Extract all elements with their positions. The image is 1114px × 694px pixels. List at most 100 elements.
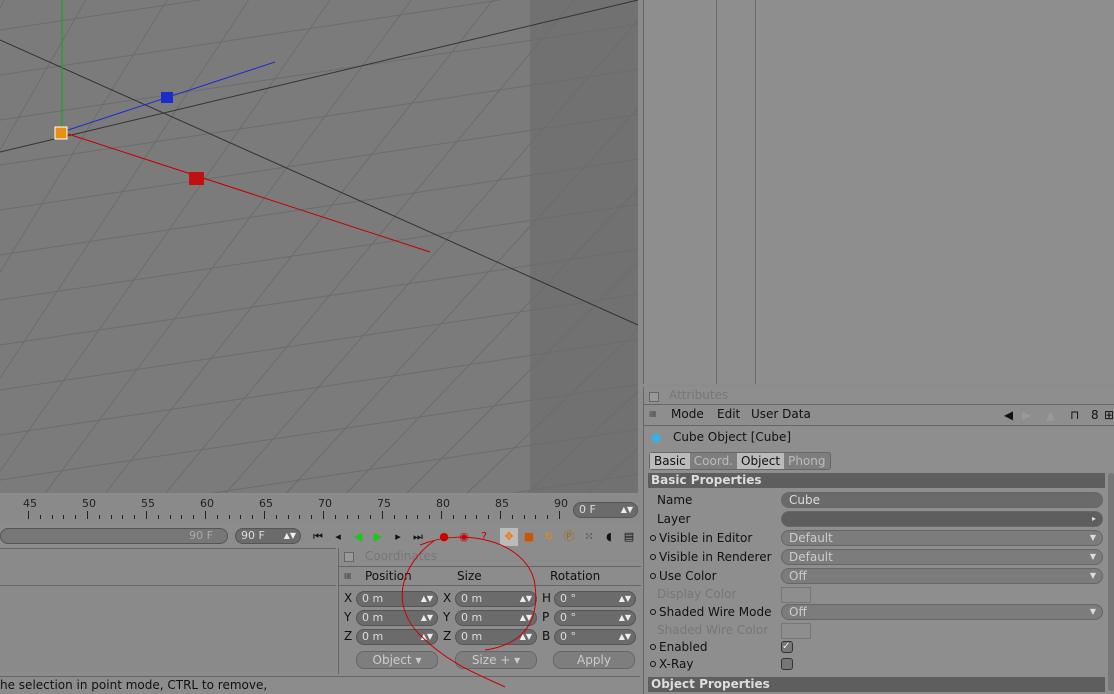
timeline-tick [216, 515, 218, 519]
apply-button[interactable]: Apply [553, 651, 635, 669]
layer-label: Layer [657, 512, 691, 526]
red-annotation-circle [401, 536, 537, 688]
rotation-field[interactable]: 0 ° ▲▼ [554, 610, 636, 626]
visible-editor-select[interactable]: Default ▼ [781, 530, 1103, 546]
section-object-properties: Object Properties [648, 677, 1105, 692]
object-title: Cube Object [Cube] [673, 430, 792, 444]
timeline-tick [264, 511, 265, 519]
timeline-tick [370, 515, 372, 519]
link-icon[interactable]: 8 [1091, 406, 1099, 424]
rotation-field[interactable]: 0 ° ▲▼ [554, 591, 636, 607]
up-arrow-icon[interactable]: ▲ [1046, 406, 1055, 424]
name-field[interactable]: Cube [781, 492, 1103, 508]
menu-user-data[interactable]: User Data [751, 407, 811, 421]
menu-edit[interactable]: Edit [717, 407, 740, 421]
timeline-tick [299, 515, 301, 519]
timeline-tick [452, 515, 454, 519]
timeline-tick-label: 85 [495, 497, 509, 510]
shaded-wire-mode-select[interactable]: Off ▼ [781, 604, 1103, 620]
sound-icon[interactable]: ◖ [600, 528, 618, 546]
lock-icon[interactable]: ⊓ [1070, 406, 1079, 424]
layer-field[interactable]: ▸ [781, 511, 1103, 527]
grid-line [0, 0, 87, 151]
3d-viewport[interactable] [0, 0, 638, 493]
timeline-tick [559, 511, 560, 519]
name-label: Name [657, 493, 693, 507]
scrollbar[interactable] [1108, 473, 1114, 691]
timeline-tick [417, 515, 419, 519]
timeline-tick [464, 515, 466, 519]
display-color-label: Display Color [657, 587, 737, 601]
prev-key-icon[interactable]: ◂ [329, 528, 347, 546]
back-arrow-icon[interactable]: ◀ [1004, 406, 1013, 424]
display-color-swatch[interactable] [781, 587, 811, 603]
shaded-wire-color-swatch[interactable] [781, 623, 811, 639]
visible-renderer-label: Visible in Renderer [659, 550, 772, 564]
xray-checkbox[interactable] [781, 658, 793, 670]
grid-line [0, 0, 5, 9]
position-axis-label: Z [344, 629, 353, 643]
tab-phong[interactable]: Phong [784, 453, 829, 469]
param-key-icon[interactable]: Ⓟ [560, 528, 578, 546]
use-color-select[interactable]: Off ▼ [781, 568, 1103, 584]
timeline-tick [75, 515, 77, 519]
current-frame-field[interactable]: 0 F ▲▼ [573, 502, 638, 518]
tab-coord[interactable]: Coord. [690, 453, 737, 469]
timeline-tick [287, 515, 289, 519]
timeline-tick-label: 45 [23, 497, 37, 510]
use-color-label: Use Color [659, 569, 717, 583]
object-manager[interactable] [643, 0, 1114, 384]
grip-icon: ▦ [649, 409, 657, 418]
timeline-tick [500, 511, 501, 519]
timeline-tick [488, 515, 490, 519]
visible-renderer-select[interactable]: Default ▼ [781, 549, 1103, 565]
shaded-wire-color-label: Shaded Wire Color [657, 623, 769, 637]
tab-object[interactable]: Object [737, 453, 785, 469]
timeline-tick [28, 511, 29, 519]
grid-line [0, 0, 331, 472]
timeline-tick [405, 515, 407, 519]
timeline-tick [252, 515, 254, 519]
layout-icon[interactable]: ▤ [620, 528, 638, 546]
timeline-tick [157, 515, 159, 519]
timeline-tick [547, 515, 549, 519]
timeline-tick-label: 50 [82, 497, 96, 510]
tab-basic[interactable]: Basic [650, 453, 690, 469]
timeline-tick [39, 515, 41, 519]
panel-toggle[interactable] [344, 552, 354, 562]
end-frame-field[interactable]: 90 F ▲▼ [235, 528, 301, 544]
xray-label: X-Ray [659, 657, 694, 671]
grid-line [0, 0, 168, 273]
attributes-manager[interactable]: Attributes ▦ Mode Edit User Data ◀ ▶ ▲ ⊓… [643, 387, 1114, 694]
timeline-ruler[interactable]: 45 50 55 60 65 70 75 80 85 90 0 F ▲▼ [0, 495, 640, 523]
timeline-tick-label: 90 [554, 497, 568, 510]
play-backward-icon[interactable]: ◀ [349, 528, 367, 546]
point-key-icon[interactable]: ⁙ [580, 528, 598, 546]
timeline-tick [334, 515, 336, 519]
enabled-checkbox[interactable]: ✓ [781, 641, 793, 653]
timeline-tick [523, 515, 525, 519]
x-axis-handle[interactable] [189, 172, 204, 185]
timeline-tick [98, 515, 100, 519]
object-origin[interactable] [54, 126, 68, 140]
first-frame-icon[interactable]: ⏮ [309, 528, 327, 546]
panel-toggle[interactable] [649, 392, 659, 402]
timeline-tick-label: 55 [141, 497, 155, 510]
frame-range-slider[interactable]: 90 F [0, 528, 228, 544]
forward-arrow-icon[interactable]: ▶ [1022, 406, 1031, 424]
material-manager[interactable] [0, 548, 336, 672]
timeline-tick [122, 515, 124, 519]
timeline-tick-label: 80 [436, 497, 450, 510]
timeline-tick [193, 515, 195, 519]
timeline-tick [535, 515, 537, 519]
menu-mode[interactable]: Mode [671, 407, 704, 421]
rotation-field[interactable]: 0 ° ▲▼ [554, 629, 636, 645]
timeline-tick [393, 515, 395, 519]
new-panel-icon[interactable]: ⊞ [1104, 406, 1114, 424]
timeline-tick-label: 65 [259, 497, 273, 510]
z-axis-handle[interactable] [161, 92, 173, 103]
timeline-tick [476, 515, 478, 519]
timeline-tick [323, 511, 324, 519]
timeline-tick [146, 511, 147, 519]
cube-icon: ⬢ [651, 431, 662, 445]
